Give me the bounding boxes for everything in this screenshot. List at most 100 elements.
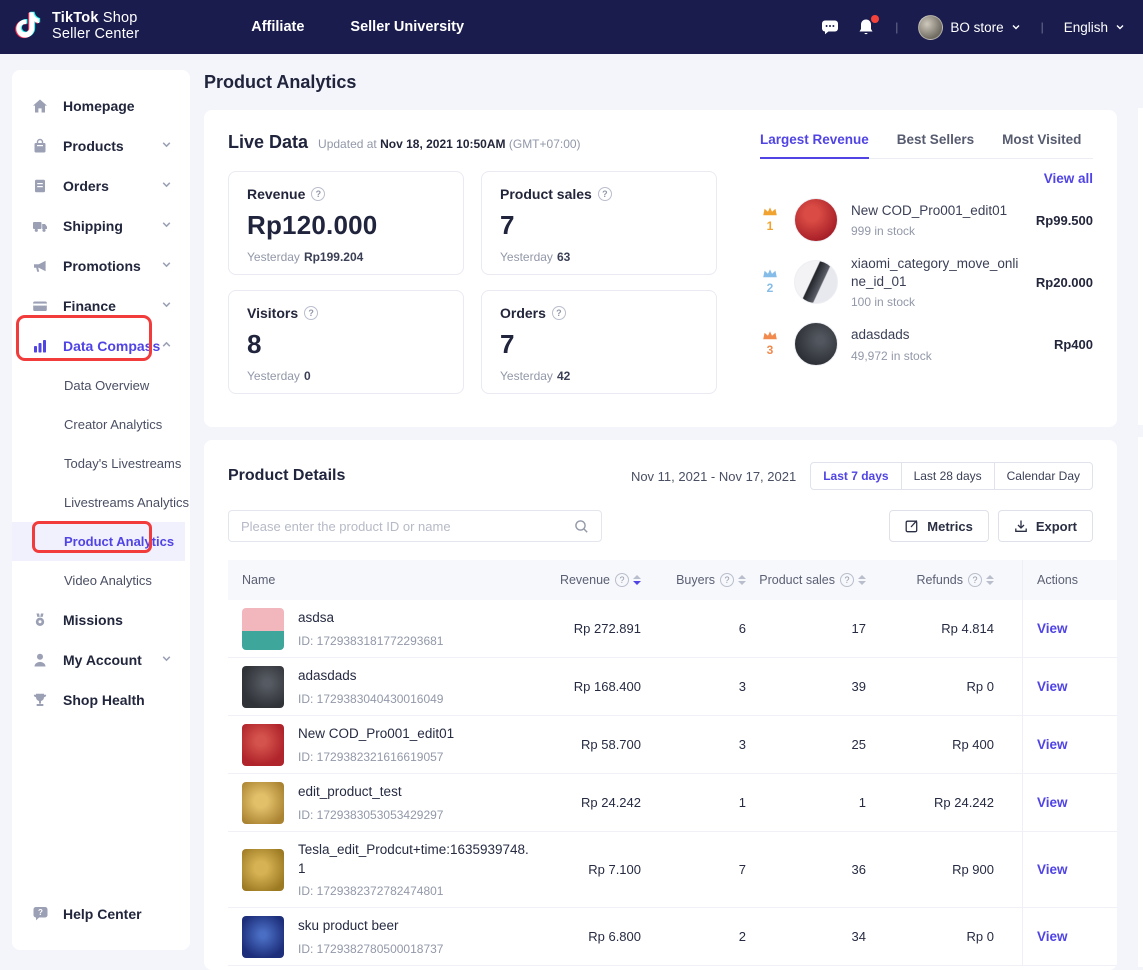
ranking-tabs: Largest Revenue Best Sellers Most Visite… <box>760 132 1093 159</box>
kpi-card-visitors: Visitors? 8 Yesterday0 <box>228 290 464 394</box>
sidebar-item-shipping[interactable]: Shipping <box>12 206 190 246</box>
tab-largest-revenue[interactable]: Largest Revenue <box>760 132 869 158</box>
product-search-input[interactable] <box>241 519 574 534</box>
sidebar-subitem-creator-analytics[interactable]: Creator Analytics <box>12 405 190 444</box>
ranked-product-name: adasdads <box>851 326 1023 344</box>
sidebar-label: Orders <box>63 178 109 194</box>
tab-best-sellers[interactable]: Best Sellers <box>897 132 974 158</box>
range-tab-calendar-day[interactable]: Calendar Day <box>994 462 1093 490</box>
product-details-title: Product Details <box>228 467 345 485</box>
sidebar-subitem-product-analytics[interactable]: Product Analytics <box>12 522 185 561</box>
sidebar-item-homepage[interactable]: Homepage <box>12 86 190 126</box>
sidebar-item-data-compass[interactable]: Data Compass <box>12 326 190 366</box>
help-icon[interactable]: ? <box>304 306 318 320</box>
product-details-header: Product Details Nov 11, 2021 - Nov 17, 2… <box>204 462 1117 490</box>
cell-revenue: Rp 168.400 <box>529 679 669 694</box>
sidebar-item-finance[interactable]: Finance <box>12 286 190 326</box>
product-image <box>242 849 284 891</box>
product-thumbnail <box>794 322 838 366</box>
table-row: Tesla_edit_Prodcut+time:1635939748.1 ID:… <box>228 832 1117 908</box>
ranking-item[interactable]: 1 New COD_Pro001_edit01 999 in stock Rp9… <box>760 198 1093 242</box>
ranking-item[interactable]: 3 adasdads 49,972 in stock Rp400 <box>760 322 1093 366</box>
notifications-bell-icon[interactable] <box>857 18 875 36</box>
cell-product-sales: 39 <box>774 679 894 694</box>
sidebar: Homepage Products Orders Shipping Promot… <box>12 70 190 950</box>
help-icon[interactable]: ? <box>598 187 612 201</box>
kpi-value: Rp120.000 <box>247 210 445 241</box>
range-tab-last-7-days[interactable]: Last 7 days <box>810 462 901 490</box>
ranking-item[interactable]: 2 xiaomi_category_move_online_id_01 100 … <box>760 255 1093 309</box>
nav-affiliate[interactable]: Affiliate <box>251 19 304 35</box>
cell-refunds: Rp 0 <box>894 929 1022 944</box>
tab-most-visited[interactable]: Most Visited <box>1002 132 1081 158</box>
store-switcher[interactable]: BO store <box>918 15 1020 40</box>
product-id: ID: 1729383181772293681 <box>298 634 443 648</box>
sidebar-item-promotions[interactable]: Promotions <box>12 246 190 286</box>
view-link[interactable]: View <box>1037 795 1068 810</box>
sort-control-revenue[interactable] <box>633 575 641 585</box>
sort-control-product-sales[interactable] <box>858 575 866 585</box>
view-link[interactable]: View <box>1037 679 1068 694</box>
clipped-card-edge <box>1138 108 1143 425</box>
cell-refunds: Rp 900 <box>894 862 1022 877</box>
sidebar-subitem-todays-livestreams[interactable]: Today's Livestreams <box>12 444 190 483</box>
cell-product-sales: 17 <box>774 621 894 636</box>
view-link[interactable]: View <box>1037 621 1068 636</box>
help-icon[interactable]: ? <box>552 306 566 320</box>
help-icon[interactable]: ? <box>720 573 734 587</box>
product-thumbnail <box>794 260 838 304</box>
view-link[interactable]: View <box>1037 929 1068 944</box>
sidebar-subitem-data-overview[interactable]: Data Overview <box>12 366 190 405</box>
svg-text:?: ? <box>38 908 43 917</box>
column-header-actions: Actions <box>1037 573 1078 587</box>
sidebar-label: Homepage <box>63 98 135 114</box>
product-name: edit_product_test <box>298 783 443 801</box>
language-label: English <box>1064 20 1108 35</box>
live-data-left: Live Data Updated at Nov 18, 2021 10:50A… <box>228 132 728 405</box>
view-link[interactable]: View <box>1037 737 1068 752</box>
help-icon[interactable]: ? <box>615 573 629 587</box>
sidebar-item-products[interactable]: Products <box>12 126 190 166</box>
kpi-grid: Revenue? Rp120.000 YesterdayRp199.204 Pr… <box>228 171 728 394</box>
sidebar-subitem-livestreams-analytics[interactable]: Livestreams Analytics <box>12 483 190 522</box>
search-icon[interactable] <box>574 519 589 534</box>
product-details-card: Product Details Nov 11, 2021 - Nov 17, 2… <box>204 440 1117 970</box>
product-name: New COD_Pro001_edit01 <box>298 725 454 743</box>
sidebar-item-shop-health[interactable]: Shop Health <box>12 680 190 720</box>
help-icon[interactable]: ? <box>968 573 982 587</box>
brand-logo[interactable]: TikTok Shop Seller Center <box>14 10 139 44</box>
help-icon[interactable]: ? <box>311 187 325 201</box>
kpi-card-product-sales: Product sales? 7 Yesterday63 <box>481 171 717 275</box>
range-tab-last-28-days[interactable]: Last 28 days <box>901 462 995 490</box>
live-data-card: Live Data Updated at Nov 18, 2021 10:50A… <box>204 110 1117 427</box>
cell-product-sales: 1 <box>774 795 894 810</box>
table-row: edit_product_test ID: 172938305305342929… <box>228 774 1117 832</box>
messages-icon[interactable] <box>821 18 839 36</box>
view-all-link[interactable]: View all <box>760 171 1093 186</box>
sidebar-subitem-video-analytics[interactable]: Video Analytics <box>12 561 190 600</box>
sort-control-refunds[interactable] <box>986 575 994 585</box>
yesterday-value: 0 <box>304 369 311 383</box>
sidebar-item-help-center[interactable]: ? Help Center <box>32 905 142 922</box>
rank-crown-bronze: 3 <box>760 330 780 359</box>
sidebar-item-my-account[interactable]: My Account <box>12 640 190 680</box>
ranked-product-stock: 999 in stock <box>851 224 1028 238</box>
export-button[interactable]: Export <box>998 510 1093 542</box>
cell-buyers: 6 <box>669 621 774 636</box>
kpi-label: Visitors <box>247 305 298 321</box>
ranking-panel: Largest Revenue Best Sellers Most Visite… <box>760 132 1093 405</box>
view-link[interactable]: View <box>1037 862 1068 877</box>
home-icon <box>32 98 48 114</box>
sidebar-item-orders[interactable]: Orders <box>12 166 190 206</box>
chevron-down-icon <box>161 137 172 155</box>
tiktok-note-icon <box>14 10 44 44</box>
trophy-icon <box>32 692 48 708</box>
nav-seller-university[interactable]: Seller University <box>350 19 464 35</box>
help-icon[interactable]: ? <box>840 573 854 587</box>
rank-number: 3 <box>767 343 774 357</box>
sidebar-item-missions[interactable]: Missions <box>12 600 190 640</box>
metrics-button[interactable]: Metrics <box>889 510 989 542</box>
sort-control-buyers[interactable] <box>738 575 746 585</box>
language-switcher[interactable]: English <box>1064 20 1125 35</box>
column-header-revenue: Revenue <box>560 573 610 587</box>
